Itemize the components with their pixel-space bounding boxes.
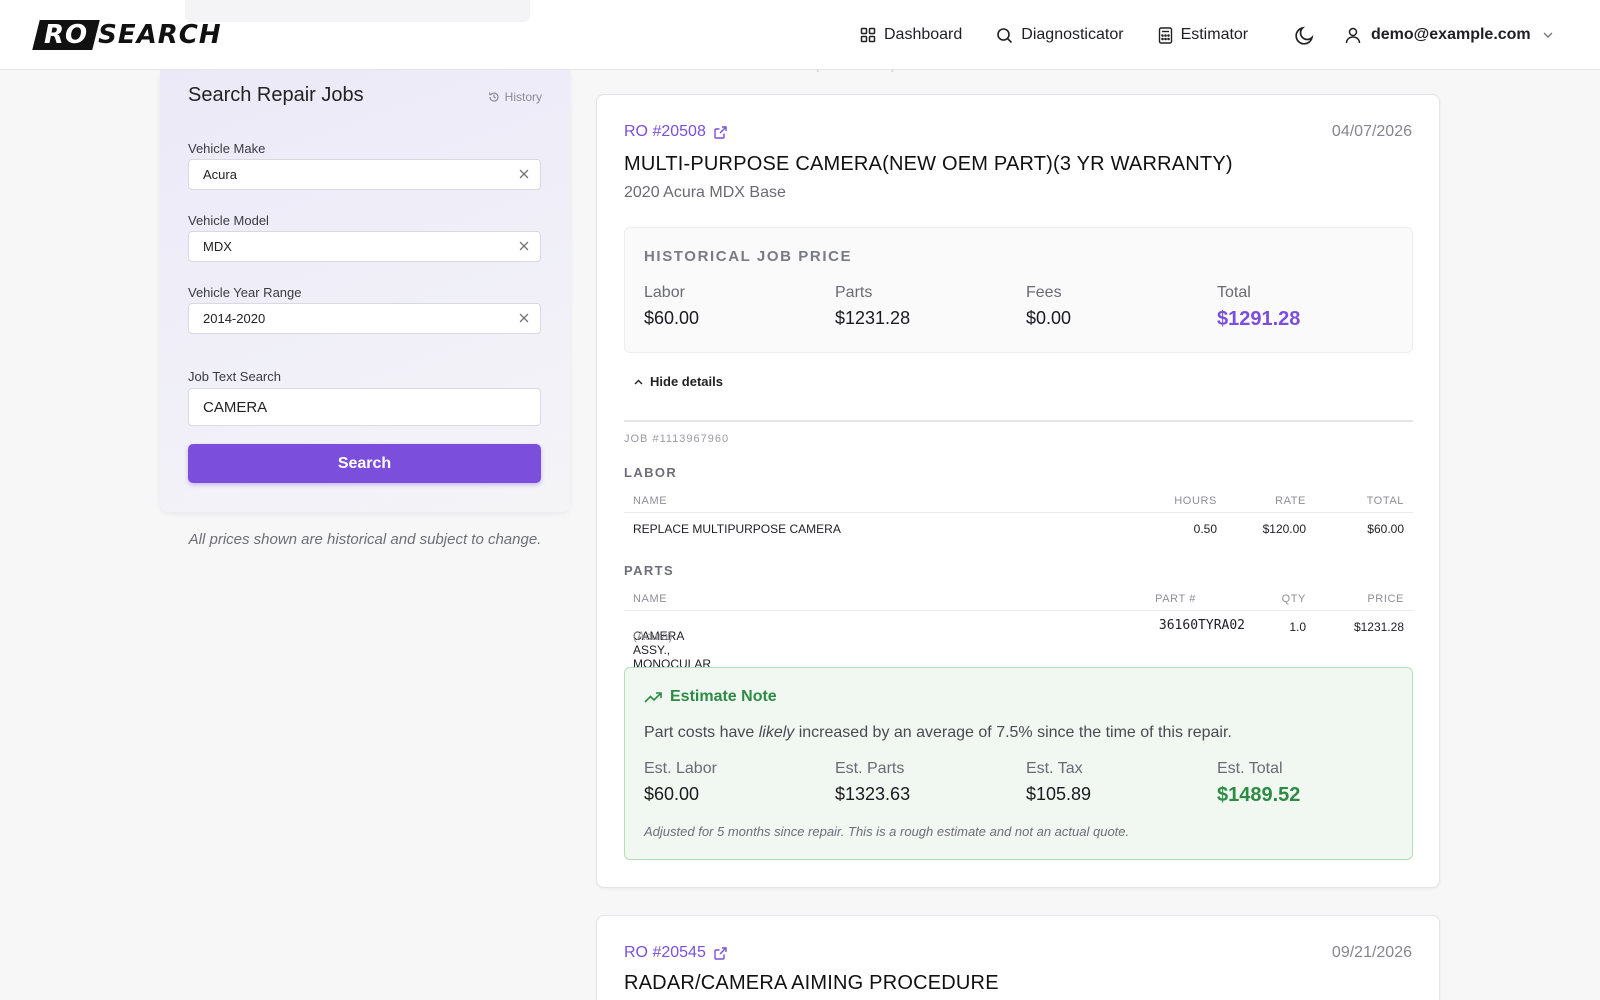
result-card: RO #20545 09/21/2026 RADAR/CAMERA AIMING… bbox=[596, 915, 1440, 1000]
vehicle-year-value: 2014-2020 bbox=[203, 311, 266, 326]
panel-title: Search Repair Jobs bbox=[188, 84, 364, 106]
trending-up-icon bbox=[644, 692, 662, 703]
job-text-label: Job Text Search bbox=[188, 369, 281, 384]
calculator-icon bbox=[1158, 26, 1172, 44]
clear-icon[interactable] bbox=[518, 312, 530, 324]
nav-estimator-label: Estimator bbox=[1180, 26, 1249, 43]
estimate-note-text: Part costs have likely increased by an a… bbox=[644, 724, 1232, 741]
external-link-icon bbox=[714, 946, 727, 960]
history-label: History bbox=[504, 90, 542, 104]
estimate-note-title: Estimate Note bbox=[644, 688, 777, 706]
ro-link[interactable]: RO #20508 bbox=[624, 123, 727, 141]
table-row: CAMERA ASSY., MONOCULAR (REWRITABLE) (Ac… bbox=[624, 611, 1413, 685]
search-panel: Search Repair Jobs History Vehicle Make … bbox=[160, 70, 570, 512]
external-link-icon bbox=[714, 125, 727, 139]
scrolled-element-ghost bbox=[185, 0, 530, 22]
logo-box-text: RO bbox=[44, 20, 89, 50]
search-button[interactable]: Search bbox=[188, 444, 541, 483]
est-tax: Est. Tax $105.89 bbox=[1026, 760, 1092, 804]
clear-icon[interactable] bbox=[518, 240, 530, 252]
historical-total: Total $1291.28 bbox=[1217, 284, 1301, 330]
nav-estimator[interactable]: Estimator bbox=[1158, 26, 1249, 44]
historical-price-box: HISTORICAL JOB PRICE Labor $60.00 Parts … bbox=[624, 227, 1413, 353]
search-icon bbox=[997, 27, 1013, 43]
job-text-input[interactable] bbox=[188, 388, 541, 426]
labor-table-header: NAME HOURS RATE TOTAL bbox=[624, 489, 1413, 513]
est-labor: Est. Labor $60.00 bbox=[644, 760, 717, 804]
history-button[interactable]: History bbox=[488, 90, 542, 104]
estimate-note-box: Estimate Note Part costs have likely inc… bbox=[624, 667, 1413, 860]
part-price: $1231.28 bbox=[1353, 620, 1404, 634]
historical-heading: HISTORICAL JOB PRICE bbox=[644, 248, 853, 265]
parts-table-header: NAME PART # QTY PRICE bbox=[624, 587, 1413, 611]
job-title: RADAR/CAMERA AIMING PROCEDURE bbox=[624, 972, 999, 994]
labor-heading: LABOR bbox=[624, 465, 678, 480]
est-parts: Est. Parts $1323.63 bbox=[835, 760, 911, 804]
ro-date: 09/21/2026 bbox=[1331, 944, 1412, 961]
app-logo[interactable]: RO SEARCH bbox=[32, 20, 222, 50]
labor-table: NAME HOURS RATE TOTAL REPLACE MULTIPURPO… bbox=[624, 489, 1413, 541]
job-title: MULTI-PURPOSE CAMERA(NEW OEM PART)(3 YR … bbox=[624, 153, 1233, 175]
est-total: Est. Total $1489.52 bbox=[1217, 760, 1301, 806]
ro-link[interactable]: RO #20545 bbox=[624, 944, 727, 962]
historical-parts: Parts $1231.28 bbox=[835, 284, 911, 328]
main-nav: Dashboard Diagnosticator Estimator bbox=[860, 0, 1282, 70]
vehicle-model-label: Vehicle Model bbox=[188, 213, 269, 228]
ro-number: RO #20508 bbox=[624, 123, 706, 140]
historical-labor: Labor $60.00 bbox=[644, 284, 700, 328]
chevron-down-icon bbox=[1543, 32, 1553, 38]
estimate-footnote: Adjusted for 5 months since repair. This… bbox=[644, 824, 1130, 839]
hide-details-toggle[interactable]: Hide details bbox=[634, 374, 723, 389]
hide-details-label: Hide details bbox=[650, 374, 723, 389]
vehicle-make-value: Acura bbox=[203, 167, 237, 182]
parts-table: NAME PART # QTY PRICE CAMERA ASSY., MONO… bbox=[624, 587, 1413, 685]
section-divider bbox=[624, 420, 1413, 422]
chevron-up-icon bbox=[634, 379, 643, 384]
vehicle-model-value: MDX bbox=[203, 239, 232, 254]
clear-icon[interactable] bbox=[518, 168, 530, 180]
vehicle-make-field[interactable]: Acura bbox=[188, 159, 541, 190]
part-brand: (Acura) bbox=[633, 629, 673, 643]
part-qty: 1.0 bbox=[1289, 620, 1306, 634]
moon-icon[interactable] bbox=[1294, 24, 1316, 46]
ro-date: 04/07/2026 bbox=[1331, 123, 1412, 140]
logo-text: SEARCH bbox=[98, 20, 222, 50]
price-disclaimer: All prices shown are historical and subj… bbox=[188, 531, 542, 548]
parts-heading: PARTS bbox=[624, 563, 675, 578]
nav-diagnosticator-label: Diagnosticator bbox=[1021, 26, 1124, 43]
user-email: demo@example.com bbox=[1371, 26, 1531, 43]
history-icon bbox=[488, 92, 499, 102]
vehicle-year-field[interactable]: 2014-2020 bbox=[188, 303, 541, 334]
table-row: REPLACE MULTIPURPOSE CAMERA 0.50 $120.00… bbox=[633, 522, 1404, 536]
job-id: JOB #1113967960 bbox=[624, 433, 730, 445]
nav-dashboard[interactable]: Dashboard bbox=[860, 26, 962, 44]
result-card: RO #20508 04/07/2026 MULTI-PURPOSE CAMER… bbox=[596, 94, 1440, 888]
grid-icon bbox=[860, 27, 876, 43]
vehicle-model-field[interactable]: MDX bbox=[188, 231, 541, 262]
nav-diagnosticator[interactable]: Diagnosticator bbox=[996, 26, 1124, 44]
vehicle-description: 2020 Acura MDX Base bbox=[624, 184, 786, 201]
vehicle-year-label: Vehicle Year Range bbox=[188, 285, 302, 300]
historical-fees: Fees $0.00 bbox=[1026, 284, 1072, 328]
user-menu[interactable]: demo@example.com bbox=[1345, 0, 1553, 70]
vehicle-make-label: Vehicle Make bbox=[188, 141, 266, 156]
user-icon bbox=[1345, 27, 1361, 43]
part-number: 36160TYRA02 bbox=[1158, 618, 1245, 633]
ro-number: RO #20545 bbox=[624, 944, 706, 961]
nav-dashboard-label: Dashboard bbox=[884, 26, 963, 43]
